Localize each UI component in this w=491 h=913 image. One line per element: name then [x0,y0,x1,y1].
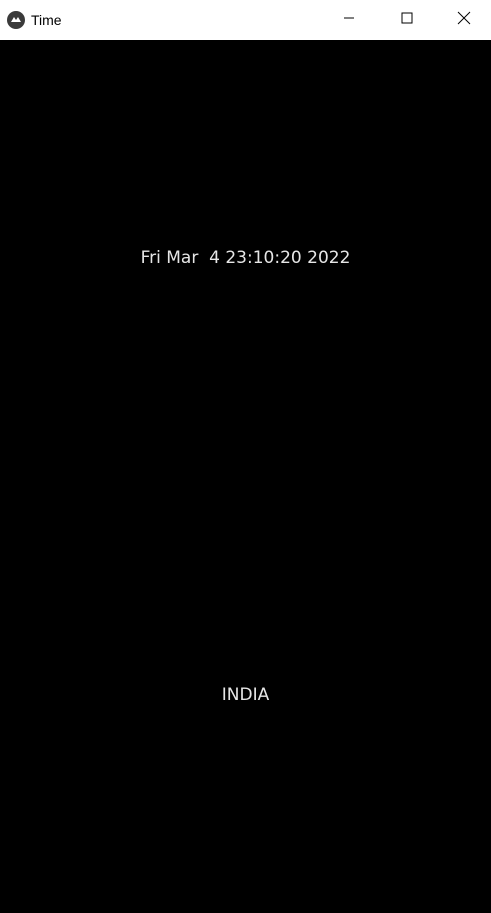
close-icon [457,11,471,30]
datetime-label: Fri Mar 4 23:10:20 2022 [140,248,351,268]
close-button[interactable] [436,0,491,40]
app-window: Time Fri Mar 4 23:10:20 2022 INDIA [0,0,491,913]
maximize-icon [401,11,413,29]
minimize-button[interactable] [320,0,378,40]
kivy-logo-icon [7,11,25,29]
main-content: Fri Mar 4 23:10:20 2022 INDIA [0,40,491,913]
minimize-icon [343,11,355,29]
maximize-button[interactable] [378,0,436,40]
window-title: Time [31,12,62,28]
title-bar[interactable]: Time [0,0,491,40]
country-label: INDIA [221,685,270,705]
